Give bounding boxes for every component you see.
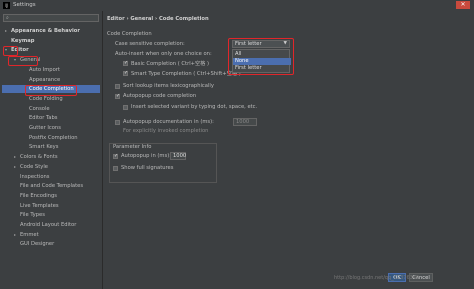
- sidebar-item[interactable]: Console: [2, 105, 100, 113]
- highlight-code-completion: [25, 85, 77, 96]
- sidebar-item-label: File and Code Templates: [20, 183, 84, 190]
- settings-sidebar: ⌕ ▸ Appearance & Behavior Keymap ▾ Editor ▾ Ge…: [0, 11, 103, 289]
- sidebar-item[interactable]: GUI Designer: [2, 240, 100, 248]
- sidebar-item[interactable]: Keymap: [2, 37, 100, 45]
- auto-insert-label: Auto-insert when only one choice on:: [115, 51, 212, 57]
- sidebar-item-label: Colors & Fonts: [20, 154, 58, 161]
- parameter-info-title: Parameter Info: [113, 144, 152, 150]
- sidebar-item[interactable]: Gutter Icons: [2, 124, 100, 132]
- sidebar-item-label: Android Layout Editor: [20, 222, 77, 228]
- search-input[interactable]: ⌕: [3, 14, 99, 22]
- smart-type-label: Smart Type Completion ( Ctrl+Shift+空格 ): [131, 71, 241, 77]
- sidebar-item-label: Live Templates: [20, 202, 59, 209]
- sidebar-item-label: Appearance & Behavior: [11, 28, 80, 34]
- sidebar-item[interactable]: ▸ Code Style: [2, 163, 100, 171]
- autopopup-documentation-input[interactable]: 1000: [233, 118, 257, 126]
- highlight-general: [8, 56, 38, 66]
- basic-completion-label: Basic Completion ( Ctrl+空格 ): [131, 61, 210, 67]
- sidebar-item-label: Keymap: [11, 37, 35, 44]
- sidebar-item[interactable]: File Encodings: [2, 192, 100, 200]
- autopopup-code-completion-label: Autopopup code completion: [123, 93, 197, 99]
- show-full-signatures-label: Show full signatures: [121, 165, 174, 171]
- highlight-editor: [3, 46, 18, 56]
- sidebar-item-label: GUI Designer: [20, 241, 55, 248]
- breadcrumb: Editor › General › Code Completion: [107, 16, 209, 22]
- sidebar-item-label: Code Style: [20, 163, 48, 170]
- autopopup-documentation-label: Autopopup documentation in (ms):: [123, 119, 214, 125]
- sidebar-item[interactable]: ▸ Colors & Fonts: [2, 153, 100, 161]
- autopopup-documentation-checkbox[interactable]: [115, 120, 120, 125]
- sidebar-item-label: File Encodings: [20, 192, 57, 199]
- autopopup-in-input[interactable]: 1000: [170, 152, 186, 160]
- insert-selected-label: Insert selected variant by typing dot, s…: [131, 104, 258, 110]
- sidebar-item[interactable]: File and Code Templates: [2, 182, 100, 190]
- sidebar-item[interactable]: Inspections: [2, 173, 100, 181]
- basic-completion-checkbox[interactable]: ✓: [123, 61, 128, 66]
- sidebar-item[interactable]: Appearance: [2, 76, 100, 84]
- sidebar-item-label: Gutter Icons: [29, 125, 61, 131]
- sidebar-item[interactable]: ▸ Appearance & Behavior: [2, 27, 100, 35]
- sidebar-item-label: Editor Tabs: [29, 115, 58, 122]
- sidebar-item[interactable]: File Types: [2, 211, 100, 219]
- sidebar-item-label: File Types: [20, 212, 45, 219]
- close-icon[interactable]: ✕: [456, 1, 470, 9]
- case-sensitive-label: Case sensitive completion:: [115, 41, 185, 47]
- sidebar-item[interactable]: Live Templates: [2, 202, 100, 210]
- section-title: Code Completion: [107, 31, 152, 37]
- sidebar-item[interactable]: Postfix Completion: [2, 134, 100, 142]
- sidebar-item-label: Postfix Completion: [29, 134, 78, 141]
- sidebar-item-label: Smart Keys: [29, 144, 59, 151]
- sidebar-item[interactable]: Code Folding: [2, 95, 100, 103]
- sidebar-item-label: Console: [29, 105, 50, 112]
- show-full-signatures-checkbox[interactable]: [113, 166, 118, 171]
- sidebar-item-label: Auto Import: [29, 66, 60, 73]
- sidebar-item[interactable]: Editor Tabs: [2, 114, 100, 122]
- highlight-case-dropdown: [228, 38, 294, 75]
- sort-lookup-checkbox[interactable]: [115, 84, 120, 89]
- sidebar-item[interactable]: Smart Keys: [2, 143, 100, 151]
- watermark: http://blog.csdn.net/qq_32376345: [334, 275, 420, 281]
- sidebar-item[interactable]: Android Layout Editor: [2, 221, 100, 229]
- autopopup-in-label: Autopopup in (ms):: [121, 153, 171, 159]
- sort-lookup-label: Sort lookup items lexicographically: [123, 83, 214, 89]
- app-icon: IJ: [3, 2, 10, 9]
- sidebar-item-label: Inspections: [20, 173, 50, 180]
- autopopup-in-checkbox[interactable]: ✓: [113, 154, 118, 159]
- window-title: Settings: [13, 2, 36, 8]
- sidebar-item-label: Code Folding: [29, 95, 63, 102]
- insert-selected-checkbox[interactable]: [123, 105, 128, 110]
- search-icon: ⌕: [6, 15, 9, 21]
- autopopup-code-completion-checkbox[interactable]: ✓: [115, 94, 120, 99]
- sidebar-item[interactable]: Auto Import: [2, 66, 100, 74]
- sidebar-item[interactable]: ▸ Emmet: [2, 231, 100, 239]
- smart-type-checkbox[interactable]: ✓: [123, 71, 128, 76]
- sidebar-item-label: Emmet: [20, 231, 39, 238]
- sidebar-item-label: Appearance: [29, 76, 61, 83]
- explicit-hint: For explicitly invoked completion: [123, 128, 209, 134]
